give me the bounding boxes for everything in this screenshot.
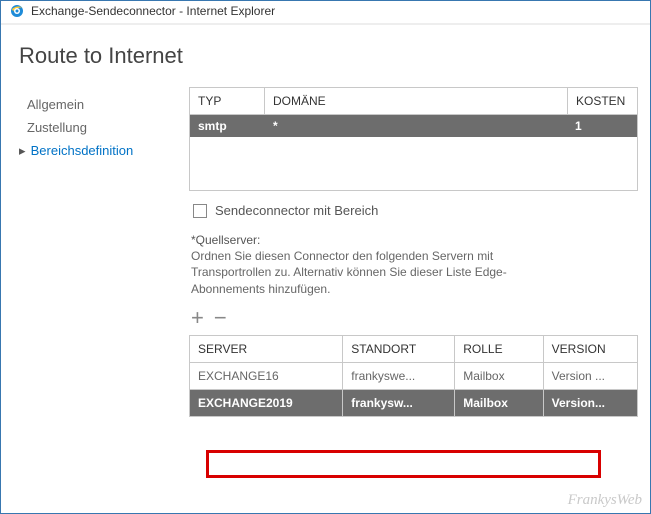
- caret-right-icon: ▸: [19, 143, 27, 159]
- cell-version: Version...: [543, 389, 637, 416]
- col-version[interactable]: VERSION: [543, 335, 637, 362]
- add-server-button[interactable]: +: [191, 307, 204, 329]
- server-toolbar: + −: [189, 303, 638, 335]
- source-servers-label: *Quellserver:: [191, 232, 563, 248]
- cell-role: Mailbox: [455, 362, 543, 389]
- servers-table: SERVER STANDORT ROLLE VERSION EXCHANGE16…: [189, 335, 638, 417]
- domain-table: TYP DOMÄNE KOSTEN: [189, 87, 638, 115]
- col-server[interactable]: SERVER: [190, 335, 343, 362]
- domain-table-body[interactable]: smtp * 1: [189, 115, 638, 191]
- watermark: FrankysWeb: [568, 492, 642, 509]
- col-type[interactable]: TYP: [190, 88, 265, 115]
- source-servers-help: *Quellserver: Ordnen Sie diesen Connecto…: [189, 222, 569, 303]
- scoped-checkbox[interactable]: [193, 204, 207, 218]
- cell-server: EXCHANGE16: [190, 362, 343, 389]
- page-title: Route to Internet: [1, 25, 650, 87]
- remove-server-button[interactable]: −: [214, 307, 227, 329]
- col-role[interactable]: ROLLE: [455, 335, 543, 362]
- cell-site: frankyswe...: [343, 362, 455, 389]
- nav-item-general[interactable]: Allgemein: [19, 93, 189, 116]
- cell-role: Mailbox: [455, 389, 543, 416]
- nav-item-scoping[interactable]: ▸ Bereichsdefinition: [19, 139, 189, 163]
- server-row-selected[interactable]: EXCHANGE2019 frankysw... Mailbox Version…: [190, 389, 638, 416]
- annotation-highlight: [206, 450, 601, 478]
- ie-icon: [9, 3, 25, 19]
- cell-version: Version ...: [543, 362, 637, 389]
- cell-server: EXCHANGE2019: [190, 389, 343, 416]
- cell-domain: *: [265, 115, 567, 137]
- window-title: Exchange-Sendeconnector - Internet Explo…: [31, 4, 275, 18]
- col-domain[interactable]: DOMÄNE: [265, 88, 568, 115]
- nav-item-delivery[interactable]: Zustellung: [19, 116, 189, 139]
- domain-row-selected[interactable]: smtp * 1: [190, 115, 637, 137]
- source-servers-text: Ordnen Sie diesen Connector den folgende…: [191, 248, 563, 297]
- side-nav: Allgemein Zustellung ▸ Bereichsdefinitio…: [19, 87, 189, 417]
- table-header-row: TYP DOMÄNE KOSTEN: [190, 88, 638, 115]
- col-site[interactable]: STANDORT: [343, 335, 455, 362]
- server-row[interactable]: EXCHANGE16 frankyswe... Mailbox Version …: [190, 362, 638, 389]
- table-header-row: SERVER STANDORT ROLLE VERSION: [190, 335, 638, 362]
- scoped-checkbox-label: Sendeconnector mit Bereich: [215, 203, 378, 218]
- cell-cost: 1: [567, 115, 637, 137]
- col-cost[interactable]: KOSTEN: [568, 88, 638, 115]
- cell-site: frankysw...: [343, 389, 455, 416]
- title-bar: Exchange-Sendeconnector - Internet Explo…: [1, 1, 650, 25]
- cell-type: smtp: [190, 115, 265, 137]
